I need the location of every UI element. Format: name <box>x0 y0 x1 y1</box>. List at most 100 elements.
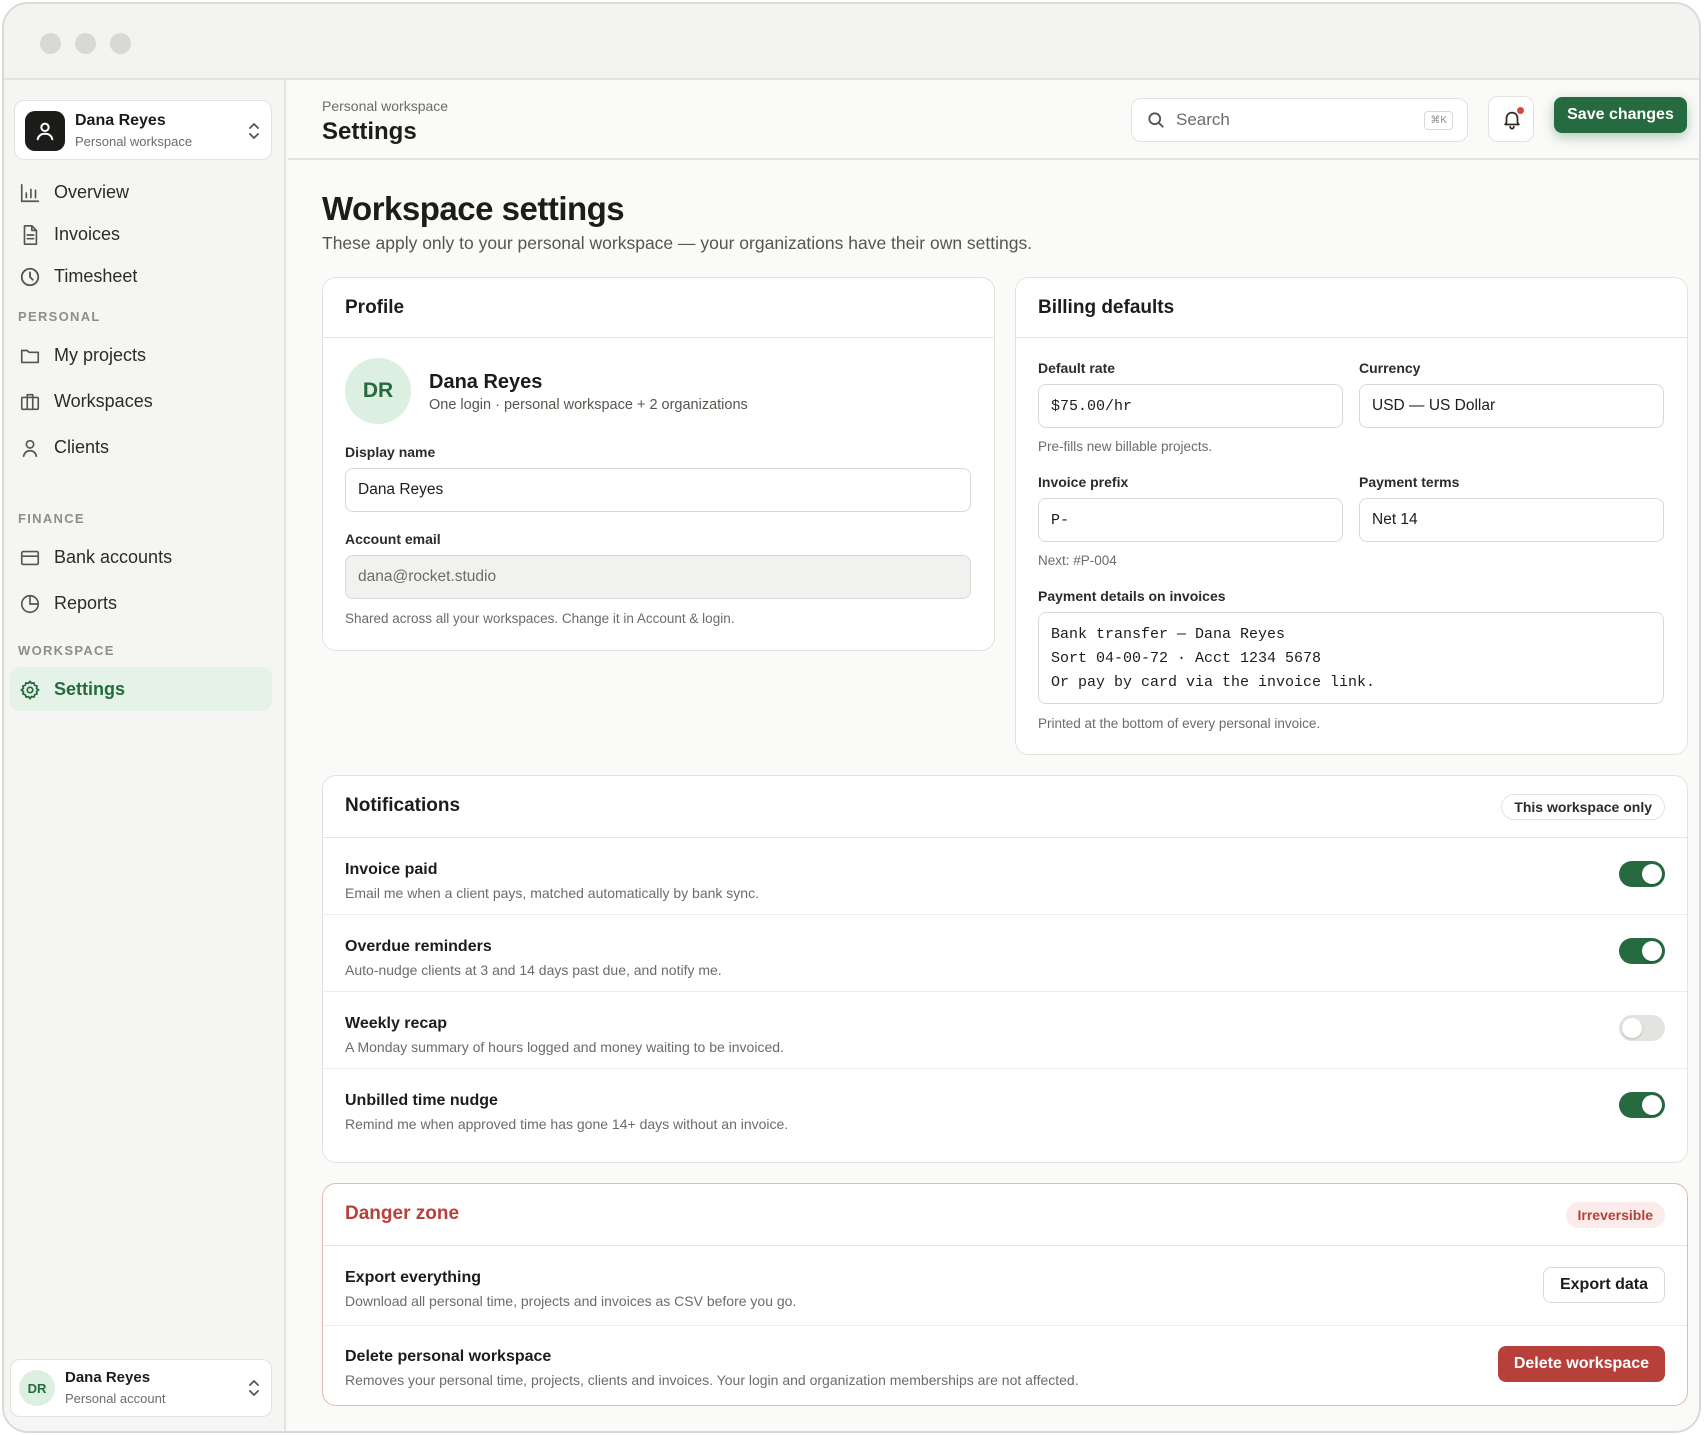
invoice-prefix-hint: Next: #P-004 <box>1038 553 1117 568</box>
sidebar-item-label: Overview <box>54 181 130 202</box>
invoice-prefix-label: Invoice prefix <box>1038 474 1129 490</box>
sidebar-item-settings[interactable]: Settings <box>10 667 272 711</box>
sidebar-item-my-projects[interactable]: My projects <box>10 333 272 377</box>
account-subtitle: Personal account <box>65 1391 166 1406</box>
card-title: Billing defaults <box>1038 297 1175 318</box>
payment-terms-label: Payment terms <box>1359 474 1460 490</box>
notification-desc: Remind me when approved time has gone 14… <box>345 1116 789 1132</box>
account-email-label: Account email <box>345 531 441 547</box>
page-title: Settings <box>322 118 417 145</box>
toggle-knob <box>1642 1095 1662 1115</box>
scope-badge: This workspace only <box>1501 794 1665 820</box>
briefcase-icon <box>20 393 40 411</box>
notifications-card: Notifications This workspace only Invoic… <box>322 775 1688 1163</box>
search-shortcut-hint: ⌘K <box>1424 111 1453 130</box>
toggle-knob <box>1642 941 1662 961</box>
unread-dot <box>1517 107 1524 114</box>
workspace-switcher[interactable]: Dana Reyes Personal workspace <box>14 100 272 160</box>
account-email-hint: Shared across all your workspaces. Chang… <box>345 611 735 626</box>
notifications-button[interactable] <box>1488 96 1534 142</box>
section-subheading: These apply only to your personal worksp… <box>322 233 1033 253</box>
user-icon <box>36 122 54 141</box>
toggle-knob <box>1622 1018 1642 1038</box>
sidebar-item-invoices[interactable]: Invoices <box>10 212 272 256</box>
clock-icon <box>20 267 40 287</box>
app-window: Dana Reyes Personal workspace Overview I… <box>2 2 1701 1433</box>
sidebar-item-label: Workspaces <box>54 390 153 411</box>
search-box[interactable]: ⌘K <box>1131 98 1468 142</box>
save-changes-button[interactable]: Save changes <box>1554 97 1687 133</box>
default-rate-label: Default rate <box>1038 360 1116 376</box>
invoice-paid-toggle[interactable] <box>1619 861 1665 887</box>
delete-title: Delete personal workspace <box>345 1348 552 1365</box>
display-name-field[interactable] <box>345 468 971 512</box>
notification-desc: Email me when a client pays, matched aut… <box>345 885 759 901</box>
credit-card-icon <box>20 550 40 566</box>
sidebar-item-overview[interactable]: Overview <box>10 170 272 214</box>
notification-title: Invoice paid <box>345 861 438 878</box>
sidebar-item-label: Clients <box>54 436 110 457</box>
profile-card: Profile DR Dana Reyes One login · person… <box>322 277 995 651</box>
sidebar-section-finance: FINANCE <box>18 511 85 526</box>
workspace-subtitle: Personal workspace <box>75 134 193 149</box>
document-icon <box>23 225 38 245</box>
notification-title: Unbilled time nudge <box>345 1092 498 1109</box>
sidebar-item-reports[interactable]: Reports <box>10 581 272 625</box>
notification-title: Overdue reminders <box>345 938 492 955</box>
pie-chart-icon <box>20 594 40 614</box>
overdue-reminders-toggle[interactable] <box>1619 938 1665 964</box>
gear-icon <box>20 680 40 700</box>
sidebar-item-label: Bank accounts <box>54 546 173 567</box>
delete-workspace-button[interactable]: Delete workspace <box>1497 1346 1665 1382</box>
sidebar-item-workspaces[interactable]: Workspaces <box>10 379 272 423</box>
export-title: Export everything <box>345 1269 482 1286</box>
payment-details-field[interactable]: Bank transfer — Dana Reyes Sort 04-00-72… <box>1038 612 1664 704</box>
notification-row-invoice-paid: Invoice paid Email me when a client pays… <box>323 838 1687 915</box>
billing-defaults-card: Billing defaults Default rate Pre-fills … <box>1015 277 1688 755</box>
account-email-field <box>345 555 971 599</box>
profile-subtitle: One login · personal workspace + 2 organ… <box>429 397 748 413</box>
currency-select[interactable] <box>1359 384 1664 428</box>
notification-row-weekly-recap: Weekly recap A Monday summary of hours l… <box>323 992 1687 1069</box>
sidebar-section-personal: PERSONAL <box>18 309 101 324</box>
payment-details-label: Payment details on invoices <box>1038 588 1226 604</box>
notification-row-unbilled-time: Unbilled time nudge Remind me when appro… <box>323 1069 1687 1162</box>
payment-details-hint: Printed at the bottom of every personal … <box>1038 716 1321 731</box>
sidebar-item-timesheet[interactable]: Timesheet <box>10 254 272 298</box>
notification-desc: Auto-nudge clients at 3 and 14 days past… <box>345 962 722 978</box>
currency-label: Currency <box>1359 360 1421 376</box>
sidebar-item-label: Invoices <box>54 223 121 244</box>
sidebar-item-label: Reports <box>54 592 118 613</box>
sidebar-item-clients[interactable]: Clients <box>10 425 272 469</box>
card-header: Danger zone Irreversible <box>323 1184 1687 1246</box>
sidebar-item-bank-accounts[interactable]: Bank accounts <box>10 535 272 579</box>
export-data-button[interactable]: Export data <box>1542 1267 1665 1303</box>
account-switcher[interactable]: DR Dana Reyes Personal account <box>10 1359 272 1417</box>
weekly-recap-toggle[interactable] <box>1619 1015 1665 1041</box>
invoice-prefix-field[interactable] <box>1038 498 1343 542</box>
avatar: DR <box>19 1370 55 1406</box>
window-titlebar <box>4 4 1699 80</box>
card-title: Danger zone <box>345 1203 460 1224</box>
avatar[interactable]: DR <box>345 358 411 424</box>
payment-terms-select[interactable] <box>1359 498 1664 542</box>
card-title: Profile <box>345 297 405 318</box>
chevron-up-down-icon <box>249 1379 259 1397</box>
workspace-avatar <box>25 111 65 151</box>
export-row: Export everything Download all personal … <box>323 1246 1687 1326</box>
delete-row: Delete personal workspace Removes your p… <box>323 1326 1687 1405</box>
section-heading: Workspace settings <box>322 190 625 227</box>
notification-title: Weekly recap <box>345 1015 447 1032</box>
notification-desc: A Monday summary of hours logged and mon… <box>345 1039 784 1055</box>
search-input[interactable] <box>1176 107 1396 133</box>
sidebar: Dana Reyes Personal workspace Overview I… <box>4 80 286 1431</box>
window-zoom-dot[interactable] <box>110 33 131 54</box>
irreversible-badge: Irreversible <box>1565 1202 1665 1228</box>
default-rate-field[interactable] <box>1038 384 1343 428</box>
unbilled-time-toggle[interactable] <box>1619 1092 1665 1118</box>
breadcrumb[interactable]: Personal workspace <box>322 98 448 114</box>
delete-desc: Removes your personal time, projects, cl… <box>345 1372 1079 1388</box>
window-close-dot[interactable] <box>40 33 61 54</box>
danger-zone-card: Danger zone Irreversible Export everythi… <box>322 1183 1688 1406</box>
window-minimize-dot[interactable] <box>75 33 96 54</box>
